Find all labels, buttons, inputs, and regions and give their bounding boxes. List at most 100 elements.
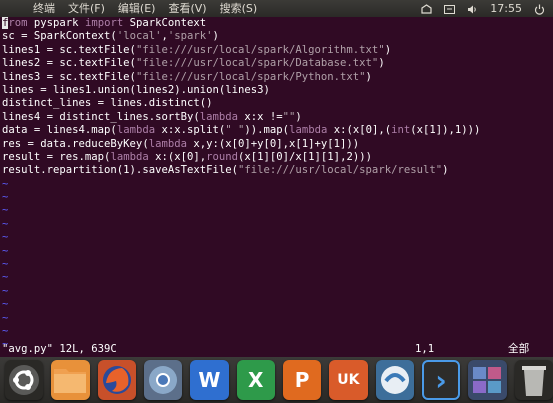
vim-status-line: "avg.py" 12L, 639C 1,1 全部 xyxy=(0,342,553,356)
scroll-indicator: 全部 xyxy=(508,343,530,355)
code-token: x:x.split( xyxy=(155,124,226,137)
code-line[interactable]: result = res.map(lambda x:(x[0],round(x[… xyxy=(2,151,553,164)
menu-edit[interactable]: 编辑(E) xyxy=(118,0,156,17)
code-line[interactable]: distinct_lines = lines.distinct() xyxy=(2,97,553,110)
code-token: lines2 = sc.textFile( xyxy=(2,57,136,70)
code-token: data = lines4.map( xyxy=(2,124,117,137)
terminal-icon[interactable]: › xyxy=(421,360,461,400)
code-token: int xyxy=(391,124,411,137)
code-token: " " xyxy=(225,124,245,137)
code-token: )).map( xyxy=(244,124,290,137)
code-token: ) xyxy=(384,43,392,56)
code-token: lines4 = distinct_lines.sortBy( xyxy=(2,110,200,123)
code-token: x,y:(x[0]+y[0],x[1]+y[1])) xyxy=(186,137,360,150)
code-token: result = res.map( xyxy=(2,150,111,163)
trash-icon[interactable] xyxy=(514,360,553,400)
code-token: lines3 = sc.textFile( xyxy=(2,70,136,83)
code-token: 'spark' xyxy=(167,30,213,43)
code-line[interactable]: data = lines4.map( lambda x:x.split(" "))… xyxy=(2,124,553,137)
empty-line-marker: ~ xyxy=(2,298,9,311)
empty-line-marker: ~ xyxy=(2,284,9,297)
code-line[interactable]: lines = lines1.union(lines2).union(lines… xyxy=(2,84,553,97)
code-token: "file:///usr/local/spark/Algorithm.txt" xyxy=(135,43,385,56)
code-token: x:(x[0], xyxy=(148,150,207,163)
launcher-dock: W X P UK › xyxy=(0,357,553,403)
code-token: ) xyxy=(378,57,385,70)
wps-spreadsheet-glyph: X xyxy=(248,368,264,392)
empty-line-marker: ~ xyxy=(2,191,9,204)
code-token: result.repartition(1).saveAsTextFile( xyxy=(2,164,238,177)
top-panel: 终端 文件(F) 编辑(E) 查看(V) 搜索(S) 17:55 xyxy=(0,0,553,17)
code-token: x:(x[0],( xyxy=(327,124,392,137)
empty-line-marker: ~ xyxy=(2,311,9,324)
empty-line-marker: ~ xyxy=(2,231,9,244)
code-token: SparkContext xyxy=(123,17,207,29)
power-icon[interactable] xyxy=(534,3,545,15)
menu-view[interactable]: 查看(V) xyxy=(168,0,206,17)
wps-writer-icon[interactable]: W xyxy=(190,360,229,400)
empty-line-marker: ~ xyxy=(2,271,9,284)
code-line[interactable]: sc = SparkContext('local','spark') xyxy=(2,30,553,43)
code-token: ) xyxy=(365,70,372,83)
empty-line-marker: ~ xyxy=(2,324,9,337)
code-token: lines1 = sc.textFile( xyxy=(2,43,136,56)
code-line[interactable]: from pyspark import SparkContext xyxy=(2,17,553,30)
wps-spreadsheet-icon[interactable]: X xyxy=(236,360,275,400)
code-token: ) xyxy=(295,110,302,123)
code-token: distinct_lines = lines.distinct() xyxy=(2,97,213,110)
wps-presentation-icon[interactable]: P xyxy=(282,360,322,400)
empty-line-marker: ~ xyxy=(2,177,9,190)
empty-line-marker: ~ xyxy=(2,258,9,271)
system-updater-icon[interactable] xyxy=(375,360,414,400)
code-token: lambda xyxy=(289,124,328,137)
cursor-position: 1,1 xyxy=(415,343,435,355)
firefox-icon[interactable] xyxy=(97,360,136,400)
code-line[interactable]: result.repartition(1).saveAsTextFile("fi… xyxy=(2,164,553,177)
code-line[interactable]: lines4 = distinct_lines.sortBy(lambda x:… xyxy=(2,111,553,124)
code-token: 'local' xyxy=(116,30,162,43)
code-token: ) xyxy=(442,164,449,177)
code-line[interactable]: lines2 = sc.textFile("file:///usr/local/… xyxy=(2,57,553,70)
code-token: round xyxy=(206,150,239,163)
code-token: lines = lines1.union(lines2).union(lines… xyxy=(2,83,270,96)
code-token: (x[1]),1))) xyxy=(410,124,481,137)
volume-icon[interactable] xyxy=(467,3,478,14)
files-icon[interactable] xyxy=(51,360,90,400)
code-token: x:x != xyxy=(238,110,283,123)
menu-file[interactable]: 文件(F) xyxy=(68,0,105,17)
code-token: (x[1][0]/x[1][1],2))) xyxy=(238,150,372,163)
network-icon[interactable] xyxy=(421,3,432,14)
menu-search[interactable]: 搜索(S) xyxy=(220,0,258,17)
code-token: lambda xyxy=(110,150,149,163)
terminal-glyph: › xyxy=(435,363,447,397)
code-token: rom xyxy=(8,17,28,29)
code-token: pyspark xyxy=(27,17,85,29)
software-center-glyph: UK xyxy=(337,372,360,388)
code-token: res = data.reduceByKey( xyxy=(2,137,149,150)
code-token: lambda xyxy=(148,137,187,150)
code-line[interactable]: lines3 = sc.textFile("file:///usr/local/… xyxy=(2,71,553,84)
code-token: "file:///usr/local/spark/Python.txt" xyxy=(135,70,366,83)
file-info: "avg.py" 12L, 639C xyxy=(2,343,117,355)
terminal-editor[interactable]: from pyspark import SparkContext sc = Spa… xyxy=(0,17,553,357)
empty-line-marker: ~ xyxy=(2,244,9,257)
wps-presentation-glyph: P xyxy=(294,368,310,392)
language-icon[interactable] xyxy=(444,3,456,14)
code-token: "file:///usr/local/spark/Database.txt" xyxy=(135,57,379,70)
software-center-icon[interactable]: UK xyxy=(329,360,368,400)
code-token: import xyxy=(84,17,124,29)
chromium-icon[interactable] xyxy=(143,360,183,400)
code-token: "" xyxy=(282,110,296,123)
code-line[interactable]: lines1 = sc.textFile("file:///usr/local/… xyxy=(2,44,553,57)
app-title: 终端 xyxy=(33,2,55,15)
code-token: "file:///usr/local/spark/result" xyxy=(238,164,443,177)
code-token: lambda xyxy=(199,110,238,123)
clock[interactable]: 17:55 xyxy=(490,0,522,17)
wps-writer-glyph: W xyxy=(198,368,221,392)
empty-line-marker: ~ xyxy=(2,217,9,230)
code-token: ) xyxy=(212,30,219,43)
code-line[interactable]: res = data.reduceByKey(lambda x,y:(x[0]+… xyxy=(2,138,553,151)
ubuntu-logo-icon[interactable] xyxy=(5,360,44,400)
workspace-switcher-icon[interactable] xyxy=(468,360,507,400)
code-token: sc = SparkContext( xyxy=(2,30,117,43)
